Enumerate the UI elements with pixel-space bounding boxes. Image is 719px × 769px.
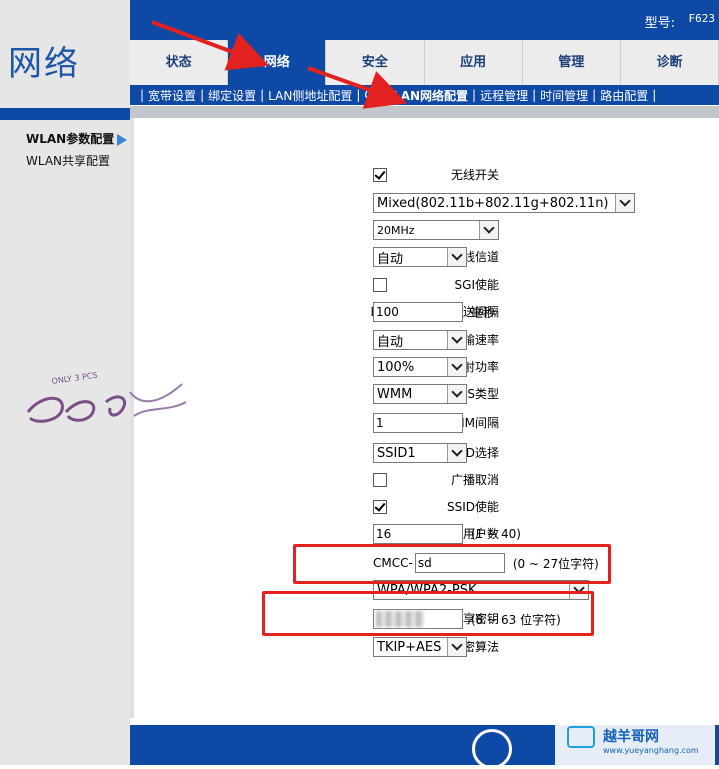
tx-power-value: 100% <box>377 359 415 375</box>
row-wireless-channel: 无线信道 自动 <box>134 246 719 270</box>
side-item-wlan-params[interactable]: WLAN参数配置 <box>26 128 130 150</box>
arrow-right-icon <box>117 133 128 146</box>
site-watermark-url: www.yueyanghang.com <box>603 746 699 755</box>
tab-diagnostics[interactable]: 诊断 <box>620 40 719 85</box>
footer-logo-icon <box>472 729 512 769</box>
site-watermark: 越羊哥网 www.yueyanghang.com <box>555 716 715 765</box>
ssid-select-value: SSID1 <box>377 445 416 461</box>
content-top-bar <box>130 106 719 118</box>
subtab-lan-address[interactable]: LAN侧地址配置 <box>268 87 352 104</box>
left-divider-bar <box>0 108 130 120</box>
row-ssid-select: SSID选择 SSID1 <box>134 442 719 466</box>
chevron-down-icon <box>447 248 466 266</box>
channel-bandwidth-value: 20MHz <box>377 223 415 237</box>
row-channel-bandwidth: 信道带宽 20MHz <box>134 219 719 243</box>
dtim-interval-input[interactable]: 1 <box>373 413 463 433</box>
tab-status[interactable]: 状态 <box>130 40 229 85</box>
wireless-switch-checkbox[interactable] <box>373 168 387 182</box>
row-tx-rate: 传输速率 自动 <box>134 329 719 353</box>
side-nav: WLAN参数配置 WLAN共享配置 <box>26 128 130 172</box>
subtab-wlan[interactable]: WLAN网络配置 <box>380 87 468 104</box>
chevron-down-icon <box>447 444 466 462</box>
highlight-box-wpa-key <box>262 591 594 636</box>
work-mode-value: Mixed(802.11b+802.11g+802.11n) <box>377 195 609 211</box>
model-label: 型号: <box>644 16 675 31</box>
top-nav-tabs: 状态 网络 安全 应用 管理 诊断 <box>130 40 719 85</box>
beacon-interval-input[interactable]: 100 <box>373 302 463 322</box>
sub-nav-tabs: | 宽带设置 | 绑定设置 | LAN侧地址配置 | Q WLAN网络配置 | … <box>130 85 719 105</box>
row-dtim-interval: DTIM间隔 1 <box>134 412 719 436</box>
chevron-down-icon <box>447 385 466 403</box>
tx-power-select[interactable]: 100% <box>373 357 467 377</box>
work-mode-select[interactable]: Mixed(802.11b+802.11g+802.11n) <box>373 193 635 213</box>
row-beacon-interval: Beacon信标帧发送间隔 100 毫秒 <box>134 301 719 325</box>
row-wpa-algo: WPA加密算法 TKIP+AES <box>134 636 719 660</box>
chevron-down-icon <box>615 194 634 212</box>
tx-rate-select[interactable]: 自动 <box>373 330 467 350</box>
page-section-title: 网络 <box>8 44 80 84</box>
qos-type-value: WMM <box>377 386 413 402</box>
side-item-label: WLAN共享配置 <box>26 154 111 168</box>
qos-type-select[interactable]: WMM <box>373 384 467 404</box>
highlight-box-ssid <box>293 544 611 584</box>
subtab-broadband[interactable]: 宽带设置 <box>148 87 196 104</box>
channel-bandwidth-select[interactable]: 20MHz <box>373 220 499 240</box>
max-users-hint: (1 ~ 40) <box>471 527 521 541</box>
tab-network[interactable]: 网络 <box>228 40 327 85</box>
tx-rate-value: 自动 <box>377 334 404 350</box>
model-value: F623 <box>688 12 716 25</box>
side-item-label: WLAN参数配置 <box>26 132 115 146</box>
chevron-down-icon <box>447 331 466 349</box>
tab-management[interactable]: 管理 <box>522 40 621 85</box>
tab-security[interactable]: 安全 <box>326 40 425 85</box>
beacon-interval-unit: 毫秒 <box>471 305 496 320</box>
sgi-checkbox[interactable] <box>373 278 387 292</box>
subtab-routing[interactable]: 路由配置 <box>600 87 648 104</box>
ssid-enable-checkbox[interactable] <box>373 500 387 514</box>
wifi-router-icon <box>567 726 595 748</box>
logo-watermark-text: ONLY 3 PCS <box>51 372 98 386</box>
subtab-binding[interactable]: 绑定设置 <box>208 87 256 104</box>
wpa-algo-select[interactable]: TKIP+AES <box>373 637 467 657</box>
broadcast-cancel-checkbox[interactable] <box>373 473 387 487</box>
wireless-channel-value: 自动 <box>377 251 404 267</box>
tab-application[interactable]: 应用 <box>424 40 523 85</box>
row-broadcast-cancel: 广播取消 <box>134 469 719 493</box>
subtab-remote[interactable]: 远程管理 <box>480 87 528 104</box>
row-work-mode: 工作模式 Mixed(802.11b+802.11g+802.11n) <box>134 192 719 216</box>
site-watermark-name: 越羊哥网 <box>603 729 659 745</box>
row-ssid-enable: SSID使能 <box>134 496 719 520</box>
subtab-time[interactable]: 时间管理 <box>540 87 588 104</box>
ssid-select-select[interactable]: SSID1 <box>373 443 467 463</box>
wireless-channel-select[interactable]: 自动 <box>373 247 467 267</box>
side-item-wlan-share[interactable]: WLAN共享配置 <box>26 150 130 172</box>
subtab-qos[interactable]: Q <box>364 88 373 102</box>
max-users-input[interactable]: 16 <box>373 524 463 544</box>
row-sgi: SGI使能 <box>134 274 719 298</box>
chevron-down-icon <box>447 638 466 656</box>
row-wireless-switch: 无线开关 <box>134 164 719 188</box>
row-qos-type: QoS类型 WMM <box>134 383 719 407</box>
row-tx-power: 发射功率 100% <box>134 356 719 380</box>
wpa-algo-value: TKIP+AES <box>377 639 442 655</box>
chevron-down-icon <box>479 221 498 239</box>
chevron-down-icon <box>447 358 466 376</box>
